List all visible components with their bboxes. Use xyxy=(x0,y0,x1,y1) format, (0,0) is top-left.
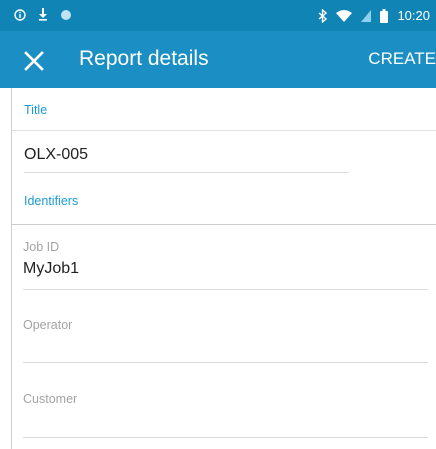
signal-icon xyxy=(361,9,372,22)
create-button[interactable]: CREATE xyxy=(368,49,436,69)
page-title: Report details xyxy=(79,47,209,70)
notification-dot-icon xyxy=(61,9,71,20)
wifi-icon xyxy=(336,9,353,22)
status-left-icons xyxy=(14,8,72,21)
info-icon xyxy=(14,8,26,21)
title-field[interactable]: OLX-005 xyxy=(24,146,88,164)
section-title-label: Title xyxy=(24,103,48,117)
operator-label: Operator xyxy=(23,318,73,332)
customer-field[interactable] xyxy=(23,437,428,438)
job-id-field[interactable]: MyJob1 xyxy=(23,260,79,278)
section-divider xyxy=(12,130,436,131)
status-right-icons: 10:20 xyxy=(318,8,430,23)
app-bar: Report details CREATE xyxy=(0,31,436,88)
status-time: 10:20 xyxy=(397,8,430,23)
job-id-field-underline xyxy=(23,289,428,290)
close-icon[interactable] xyxy=(20,47,48,75)
status-bar: 10:20 xyxy=(0,0,436,31)
title-field-underline xyxy=(24,172,349,173)
job-id-label: Job ID xyxy=(23,240,60,254)
section-identifiers-label: Identifiers xyxy=(24,194,79,208)
operator-field[interactable] xyxy=(23,362,428,363)
bluetooth-icon xyxy=(318,8,328,23)
battery-icon xyxy=(380,8,389,23)
section-divider xyxy=(12,224,436,225)
customer-label: Customer xyxy=(23,392,78,406)
report-form: Title OLX-005 Identifiers Job ID MyJob1 … xyxy=(11,88,436,449)
download-icon xyxy=(39,8,47,21)
